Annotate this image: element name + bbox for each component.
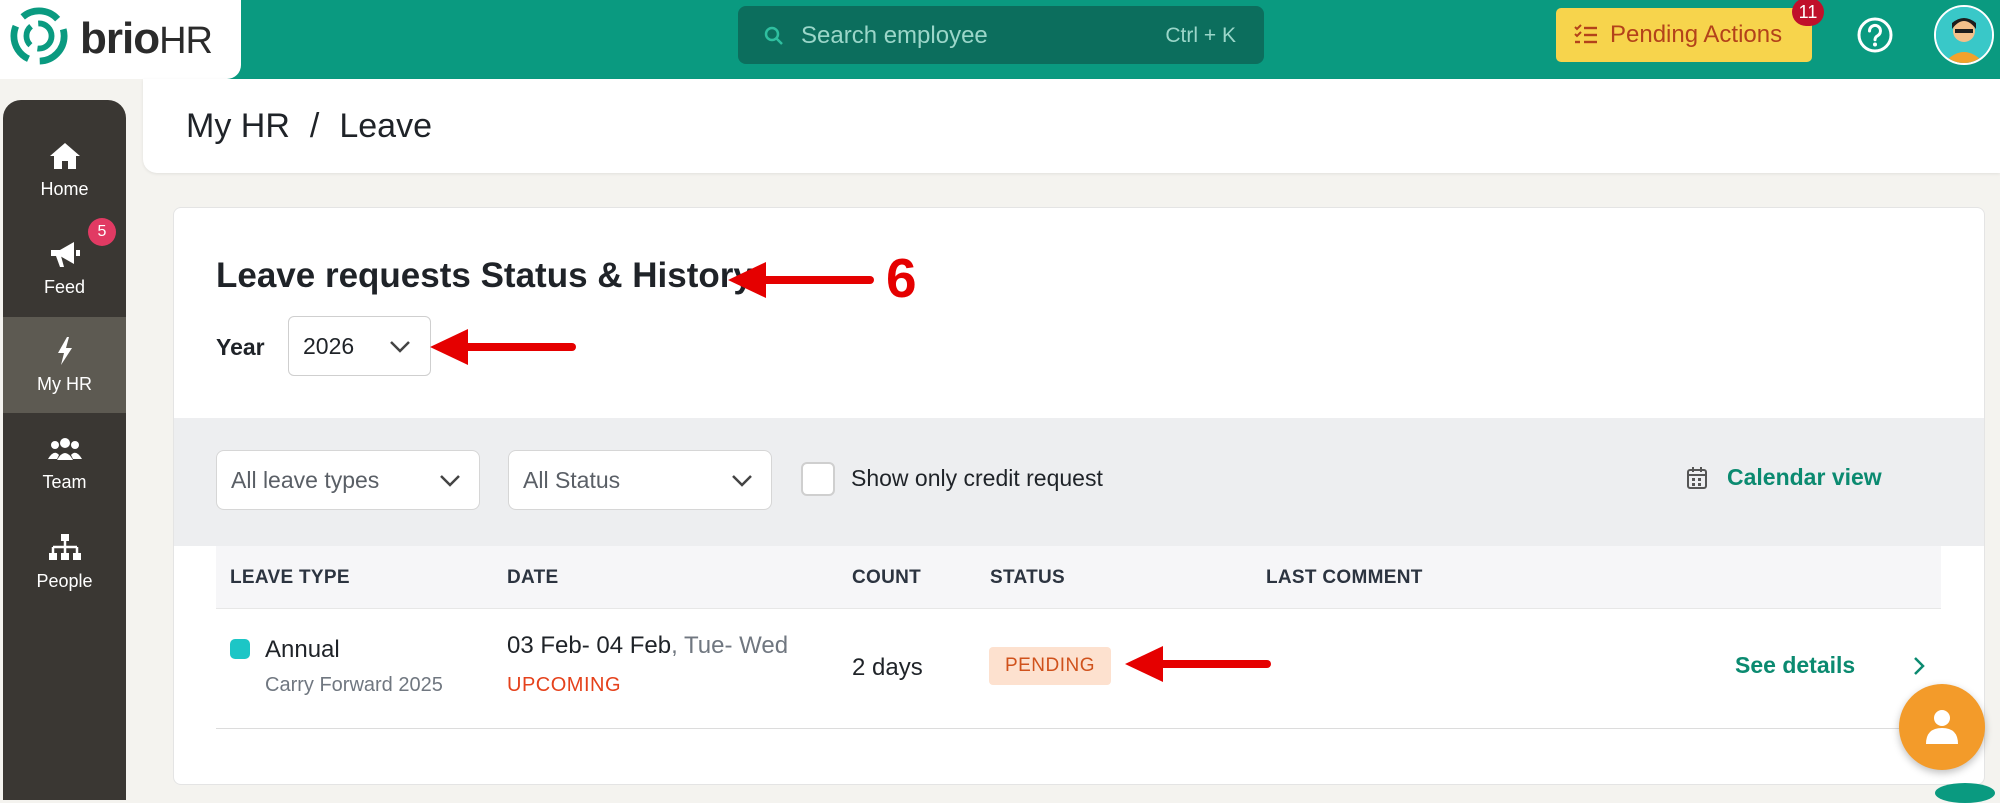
user-avatar-icon [1936,7,1992,63]
annotation-arrow-status [1125,646,1271,682]
table-row[interactable]: Annual Carry Forward 2025 03 Feb- 04 Feb… [216,608,1941,729]
sidebar-item-label: Team [42,471,87,492]
breadcrumb: My HR / Leave [186,107,432,146]
brio-logo-icon [10,7,68,65]
page-header: My HR / Leave [143,79,2000,173]
status-filter[interactable]: All Status [508,450,772,510]
sidebar-item-home[interactable]: Home [3,122,126,218]
see-details-link[interactable]: See details [1735,652,1855,679]
year-select-value: 2026 [303,333,355,359]
leave-type-filter-value: All leave types [231,467,380,493]
sidebar-item-team[interactable]: Team [3,415,126,511]
chevron-down-icon [440,475,460,487]
support-chat-button[interactable] [1899,684,1985,770]
sidebar-item-label: People [36,570,93,591]
help-icon[interactable] [1856,16,1894,54]
breadcrumb-current: Leave [339,107,432,145]
leave-history-card: Leave requests Status & History Year 202… [173,207,1985,785]
sidebar-item-label: My HR [37,373,92,394]
person-icon [1926,710,1958,744]
lightning-icon [57,336,72,365]
status-filter-value: All Status [523,467,621,493]
sidebar-item-my-hr[interactable]: My HR [3,317,126,413]
column-header-count: COUNT [852,567,922,588]
search-bar[interactable]: Search employee Ctrl + K [738,6,1264,64]
brand-logo[interactable]: brioHR [0,0,241,79]
chevron-down-icon [390,341,410,353]
leave-type-name: Annual [265,636,340,663]
annotation-step-number: 6 [886,247,917,309]
sidebar-item-label: Home [40,178,89,199]
sidebar: Home Feed 5 My HR Team People [3,100,126,800]
leave-type-filter[interactable]: All leave types [216,450,480,510]
breadcrumb-parent[interactable]: My HR [186,107,290,145]
annotation-arrow-title [728,262,874,298]
column-header-last-comment: LAST COMMENT [1266,567,1423,588]
credit-request-label[interactable]: Show only credit request [851,465,1103,492]
section-title: Leave requests Status & History [216,256,753,295]
status-badge: PENDING [989,647,1111,685]
search-shortcut-hint: Ctrl + K [1165,24,1236,47]
search-icon [764,26,783,45]
year-select[interactable]: 2026 [288,316,431,376]
chevron-down-icon [732,475,752,487]
brand-name: brioHR [80,14,213,63]
year-label: Year [216,334,265,360]
search-input[interactable]: Search employee [801,22,988,50]
leave-count: 2 days [852,654,923,681]
team-icon [47,437,82,460]
annotation-arrow-year [430,329,576,365]
column-header-date: DATE [507,567,559,588]
calendar-view-link[interactable]: Calendar view [1727,464,1882,491]
org-chart-icon [48,533,81,560]
column-header-status: STATUS [990,567,1065,588]
pending-actions-count-badge: 11 [1792,0,1824,26]
table-header: LEAVE TYPE DATE COUNT STATUS LAST COMMEN… [216,546,1941,609]
home-icon [49,142,80,169]
user-avatar[interactable] [1934,5,1994,65]
pending-actions-button[interactable]: Pending Actions 11 [1556,0,1824,62]
breadcrumb-separator: / [309,107,320,145]
filter-bar: All leave types All Status Show only cre… [174,418,1984,546]
pending-actions-label: Pending Actions [1610,21,1783,48]
leave-type-color-swatch [230,639,250,659]
sidebar-item-label: Feed [43,276,86,297]
credit-request-checkbox[interactable] [801,462,835,496]
sidebar-item-people[interactable]: People [3,514,126,610]
leave-date: 03 Feb- 04 Feb, Tue- Wed [507,632,789,659]
leave-type-subtitle: Carry Forward 2025 [265,674,443,696]
calendar-icon[interactable] [1686,466,1708,490]
top-bar: brioHR Search employee Ctrl + K Pending … [0,0,2000,79]
megaphone-icon [50,241,80,267]
column-header-leave-type: LEAVE TYPE [230,567,350,588]
checklist-icon [1574,24,1597,44]
feed-notification-badge: 5 [88,218,116,246]
corner-widget [1935,783,1995,803]
upcoming-tag: UPCOMING [507,674,621,696]
chevron-right-icon[interactable] [1913,656,1925,676]
